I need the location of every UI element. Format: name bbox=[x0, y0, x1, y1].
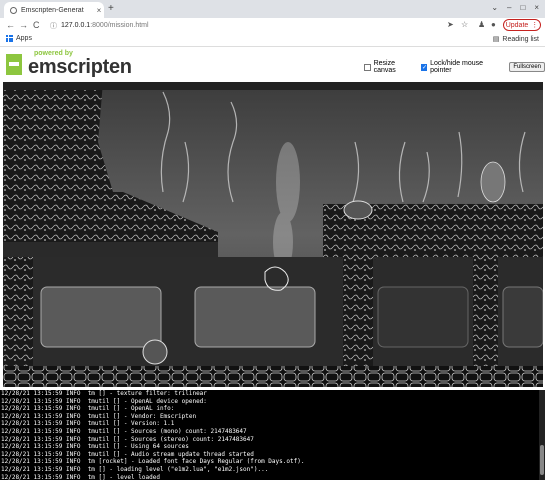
chevron-down-icon[interactable]: ⌄ bbox=[491, 3, 498, 12]
canvas-controls: Resize canvas Lock/hide mouse pointer Fu… bbox=[364, 60, 545, 74]
game-canvas[interactable] bbox=[3, 82, 543, 387]
bookmark-star-icon[interactable]: ☆ bbox=[461, 20, 468, 29]
brand-name: emscripten bbox=[28, 56, 132, 78]
console-line: 12/28/21 13:15:59 INFO tm [rocket] - Loa… bbox=[1, 458, 305, 466]
console-line: 12/28/21 13:15:59 INFO tmutil [] - Vendo… bbox=[1, 412, 197, 420]
info-icon[interactable]: ⓘ bbox=[50, 21, 57, 31]
back-icon[interactable]: ← bbox=[6, 20, 15, 30]
reading-list-label: Reading list bbox=[502, 35, 539, 43]
url-path: :8000/mission.html bbox=[90, 22, 149, 29]
close-window-icon[interactable]: × bbox=[534, 3, 539, 12]
fullscreen-button[interactable]: Fullscreen bbox=[509, 62, 545, 72]
resize-canvas-checkbox[interactable] bbox=[364, 63, 371, 71]
console-scrollbar-thumb[interactable] bbox=[540, 445, 544, 475]
tab-close-icon[interactable]: × bbox=[94, 6, 104, 15]
update-label: Update bbox=[505, 21, 529, 29]
console-output[interactable]: 12/28/21 13:15:59 INFO tm [] - texture f… bbox=[0, 390, 545, 480]
reading-list-icon: ▤ bbox=[492, 36, 500, 43]
console-line: 12/28/21 13:15:59 INFO tm [] - level loa… bbox=[1, 473, 160, 480]
emscripten-logo[interactable]: powered by emscripten bbox=[6, 50, 132, 78]
globe-icon bbox=[10, 6, 17, 14]
apps-label: Apps bbox=[16, 35, 32, 42]
console-scrollbar[interactable] bbox=[539, 390, 545, 480]
window-controls: ⌄ – □ × bbox=[491, 3, 539, 12]
url-host: 127.0.0.1 bbox=[61, 22, 91, 29]
console-line: 12/28/21 13:15:59 INFO tm [] - texture f… bbox=[1, 390, 207, 397]
update-button[interactable]: Update ⋮ bbox=[503, 19, 541, 31]
console-line: 12/28/21 13:15:59 INFO tmutil [] - OpenA… bbox=[1, 397, 207, 405]
console-line: 12/28/21 13:15:59 INFO tmutil [] - Versi… bbox=[1, 420, 175, 428]
apps-grid-icon bbox=[6, 35, 13, 42]
lock-pointer-label: Lock/hide mouse pointer bbox=[430, 60, 484, 74]
menu-dots-icon: ⋮ bbox=[531, 22, 539, 29]
new-tab-icon[interactable]: + bbox=[108, 3, 114, 14]
maximize-icon[interactable]: □ bbox=[520, 3, 525, 12]
send-icon[interactable]: ➤ bbox=[447, 20, 454, 29]
logo-mark-icon bbox=[6, 54, 22, 75]
console-line: 12/28/21 13:15:59 INFO tmutil [] - Sourc… bbox=[1, 427, 247, 435]
reload-icon[interactable]: C bbox=[33, 20, 40, 30]
tab-title: Emscripten-Generat bbox=[21, 6, 84, 14]
console-line: 12/28/21 13:15:59 INFO tm [] - loading l… bbox=[1, 465, 269, 473]
bookmarks-bar: Apps ▤ Reading list bbox=[0, 34, 545, 47]
lock-pointer-checkbox[interactable] bbox=[420, 63, 428, 71]
tab-strip: Emscripten-Generat × + ⌄ – □ × bbox=[0, 0, 545, 18]
browser-toolbar: ← → C ⓘ 127.0.0.1 :8000/mission.html ➤ ☆… bbox=[0, 18, 545, 34]
apps-bookmark[interactable]: Apps bbox=[6, 35, 32, 42]
console-line: 12/28/21 13:15:59 INFO tmutil [] - Audio… bbox=[1, 450, 254, 458]
resize-canvas-label: Resize canvas bbox=[373, 60, 396, 74]
extensions-icon[interactable]: ♟ bbox=[478, 20, 485, 29]
console-line: 12/28/21 13:15:59 INFO tmutil [] - Using… bbox=[1, 443, 189, 451]
profile-icon[interactable]: ● bbox=[491, 20, 496, 29]
reading-list-button[interactable]: ▤ Reading list bbox=[492, 35, 539, 44]
address-bar[interactable]: ⓘ 127.0.0.1 :8000/mission.html bbox=[50, 19, 410, 32]
browser-tab[interactable]: Emscripten-Generat × bbox=[4, 2, 104, 18]
console-line: 12/28/21 13:15:59 INFO tmutil [] - OpenA… bbox=[1, 405, 175, 413]
console-line: 12/28/21 13:15:59 INFO tmutil [] - Sourc… bbox=[1, 435, 254, 443]
minimize-icon[interactable]: – bbox=[507, 3, 511, 12]
forward-icon[interactable]: → bbox=[19, 20, 28, 30]
console-lines: 12/28/21 13:15:59 INFO tm [] - texture f… bbox=[0, 390, 545, 480]
